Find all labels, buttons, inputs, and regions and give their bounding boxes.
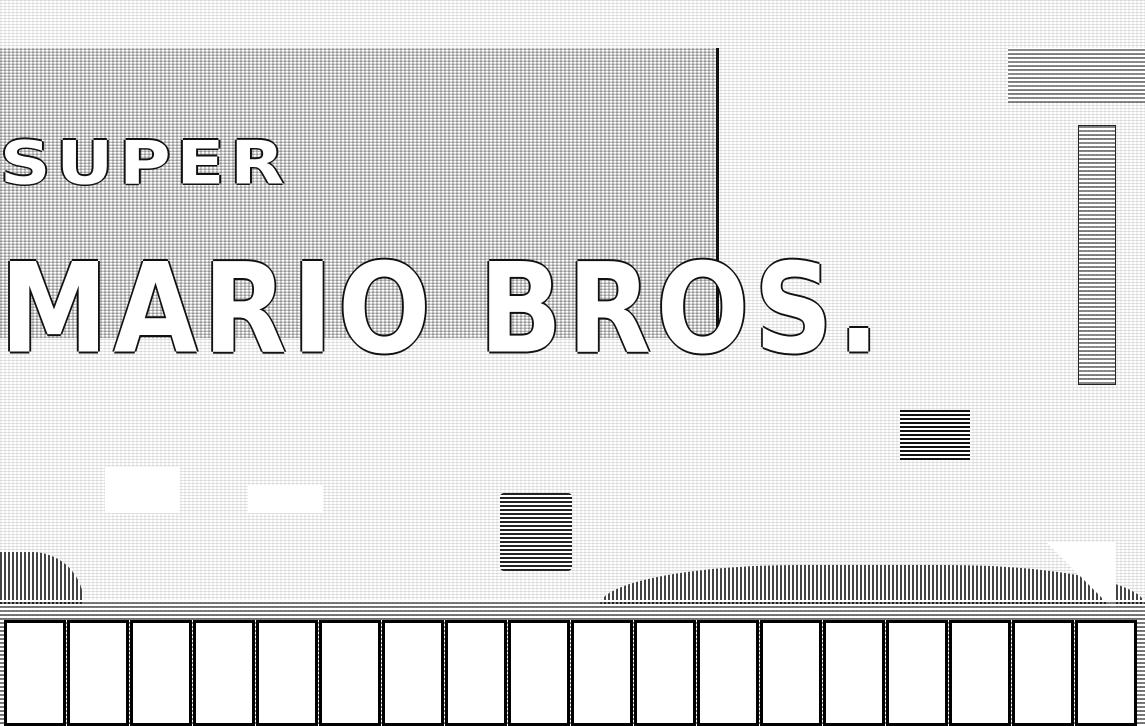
brick-block-icon [634,620,696,726]
empty-block-left [105,467,180,513]
brick-block-icon [760,620,822,726]
brick-block-icon [193,620,255,726]
pipe-icon [1078,125,1116,385]
brick-block-icon [130,620,192,726]
brick-block-icon [4,620,66,726]
brick-block-icon [256,620,318,726]
pipe-cap-icon [1008,48,1145,103]
brick-block-icon [823,620,885,726]
title-logo-panel: SUPER MARIO BROS. [0,48,879,381]
brick-block-icon [886,620,948,726]
brick-block-icon [571,620,633,726]
mario-sprite-icon [500,493,572,571]
brick-block-icon [1075,620,1137,726]
brick-block-icon [67,620,129,726]
logo-line-super: SUPER [0,128,291,198]
brick-block-icon [508,620,570,726]
brick-block-icon [445,620,507,726]
logo-line-mario-bros: MARIO BROS. [0,236,885,381]
empty-block-mid [248,485,323,513]
coin-block-icon [900,410,970,460]
brick-block-icon [697,620,759,726]
brick-block-icon [382,620,444,726]
brick-block-icon [1012,620,1074,726]
brick-block-icon [949,620,1011,726]
brick-block-icon [319,620,381,726]
